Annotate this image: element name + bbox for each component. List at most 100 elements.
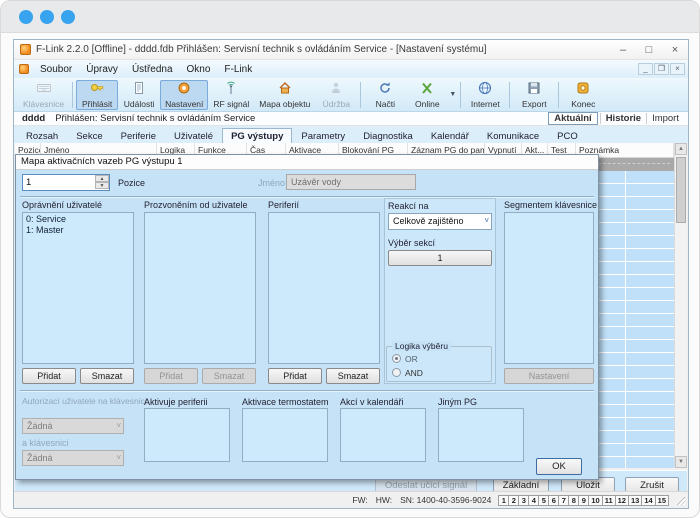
section-badge[interactable]: 14 bbox=[641, 495, 655, 506]
users-listbox[interactable]: 0: Service 1: Master bbox=[22, 212, 134, 364]
app-icon bbox=[20, 44, 31, 55]
menu-flink[interactable]: F-Link bbox=[217, 64, 259, 75]
tab-uzivatele[interactable]: Uživatelé bbox=[165, 128, 222, 143]
keypad-auth-label: Autorizací uživatele na klávesnici bbox=[22, 396, 147, 406]
users-add-button[interactable]: Přidat bbox=[22, 368, 76, 384]
scroll-up-icon[interactable]: ▲ bbox=[675, 143, 687, 155]
maximize-button[interactable]: □ bbox=[636, 44, 662, 56]
view-aktualni[interactable]: Aktuální bbox=[548, 112, 597, 125]
calls-remove-button[interactable]: Smazat bbox=[202, 368, 256, 384]
online-dropdown-chevron-icon[interactable]: ▼ bbox=[449, 91, 456, 98]
tab-periferie[interactable]: Periferie bbox=[112, 128, 165, 143]
calls-listbox[interactable] bbox=[144, 212, 256, 364]
toolbar-button-rf-signal[interactable]: RF signál bbox=[208, 80, 254, 110]
window-dot[interactable] bbox=[19, 10, 33, 24]
section-badge[interactable]: 12 bbox=[615, 495, 629, 506]
mdi-close-button[interactable]: × bbox=[670, 63, 685, 75]
menu-upravy[interactable]: Úpravy bbox=[79, 64, 125, 75]
activates-peripheral-listbox[interactable] bbox=[144, 408, 230, 462]
or-radio[interactable] bbox=[392, 354, 401, 363]
window-dot[interactable] bbox=[61, 10, 75, 24]
tab-pg-vystupy[interactable]: PG výstupy bbox=[222, 128, 292, 143]
list-item[interactable]: 0: Service bbox=[23, 213, 133, 224]
ok-button[interactable]: OK bbox=[536, 458, 582, 475]
section-badge[interactable]: 11 bbox=[602, 495, 616, 506]
tab-sekce[interactable]: Sekce bbox=[67, 128, 111, 143]
thermostat-listbox[interactable] bbox=[242, 408, 328, 462]
section-badge[interactable]: 15 bbox=[655, 495, 669, 506]
and-radio-label: AND bbox=[405, 368, 423, 378]
keypad-auth-dropdown[interactable]: Žádná ˅ bbox=[22, 418, 124, 434]
segment-group-label: Segmentem klávesnice bbox=[504, 200, 597, 210]
other-pg-listbox[interactable] bbox=[438, 408, 524, 462]
segment-settings-button[interactable]: Nastavení bbox=[504, 368, 594, 384]
spin-up-icon[interactable]: ▲ bbox=[95, 175, 109, 182]
key-icon bbox=[90, 81, 104, 98]
window-title: F-Link 2.2.0 [Offline] - dddd.fdb Přihlá… bbox=[36, 44, 610, 55]
house-map-icon bbox=[278, 81, 292, 98]
mdi-restore-button[interactable]: ❐ bbox=[654, 63, 669, 75]
toolbar-button-nastaveni[interactable]: Nastavení bbox=[160, 80, 208, 110]
view-import[interactable]: Import bbox=[646, 113, 684, 124]
calendar-action-listbox[interactable] bbox=[340, 408, 426, 462]
toolbar-button-udrzba[interactable]: Údržba bbox=[315, 80, 357, 110]
toolbar-button-konec[interactable]: Konec bbox=[562, 80, 604, 110]
segment-listbox[interactable] bbox=[504, 212, 594, 364]
tab-rozsah[interactable]: Rozsah bbox=[17, 128, 67, 143]
position-spinner[interactable]: 1 ▲ ▼ bbox=[22, 174, 110, 191]
keypad-label: a klávesnici bbox=[22, 438, 69, 448]
peripherals-add-button[interactable]: Přidat bbox=[268, 368, 322, 384]
mdi-controls: _ ❐ × bbox=[638, 63, 685, 75]
tab-komunikace[interactable]: Komunikace bbox=[478, 128, 548, 143]
scrollbar-thumb[interactable] bbox=[676, 157, 686, 223]
session-info-row: dddd Přihlášen: Servisní technik s ovlád… bbox=[14, 112, 688, 126]
selection-logic-group: Logika výběru OR AND bbox=[386, 346, 492, 382]
resize-grip[interactable] bbox=[675, 495, 685, 505]
toolbar-button-prihlasit[interactable]: Přihlásit bbox=[76, 80, 118, 110]
calls-add-button[interactable]: Přidat bbox=[144, 368, 198, 384]
section-badge[interactable]: 13 bbox=[628, 495, 642, 506]
menu-okno[interactable]: Okno bbox=[180, 64, 218, 75]
separator bbox=[20, 196, 594, 198]
toolbar-button-udalosti[interactable]: Události bbox=[118, 80, 160, 110]
toolbar-separator bbox=[460, 82, 461, 108]
mdi-minimize-button[interactable]: _ bbox=[638, 63, 653, 75]
toolbar-button-export[interactable]: Export bbox=[513, 80, 555, 110]
sections-button[interactable]: 1 bbox=[388, 250, 492, 266]
menu-soubor[interactable]: Soubor bbox=[33, 64, 79, 75]
toolbar-button-nacti[interactable]: Načti bbox=[364, 80, 406, 110]
spin-down-icon[interactable]: ▼ bbox=[95, 182, 109, 189]
tab-parametry[interactable]: Parametry bbox=[292, 128, 354, 143]
close-button[interactable]: × bbox=[662, 44, 688, 56]
toolbar-button-mapa-objektu[interactable]: Mapa objektu bbox=[254, 80, 315, 110]
toolbar-button-internet[interactable]: Internet bbox=[464, 80, 506, 110]
keypad-dropdown[interactable]: Žádná ˅ bbox=[22, 450, 124, 466]
globe-icon bbox=[478, 81, 492, 98]
peripherals-group-label: Periferií bbox=[268, 200, 299, 210]
tab-pco[interactable]: PCO bbox=[548, 128, 587, 143]
vertical-scrollbar[interactable]: ▲ ▼ bbox=[674, 143, 687, 468]
list-item[interactable]: 1: Master bbox=[23, 224, 133, 235]
and-radio[interactable] bbox=[392, 368, 401, 377]
flink-window: F-Link 2.2.0 [Offline] - dddd.fdb Přihlá… bbox=[13, 39, 689, 509]
status-bar: FW: HW: SN: 1400-40-3596-9024 1 2 3 4 5 … bbox=[14, 491, 688, 508]
peripherals-listbox[interactable] bbox=[268, 212, 380, 364]
toolbar-button-online[interactable]: Online bbox=[406, 80, 448, 110]
window-dot[interactable] bbox=[40, 10, 54, 24]
mdi-child-icon bbox=[19, 64, 29, 74]
peripherals-remove-button[interactable]: Smazat bbox=[326, 368, 380, 384]
minimize-button[interactable]: – bbox=[610, 44, 636, 56]
calls-group-label: Prozvoněním od uživatele bbox=[144, 200, 248, 210]
reaction-selected: Celkově zajištěno bbox=[393, 216, 464, 226]
toolbar-button-klavesnice[interactable]: Klávesnice bbox=[18, 80, 69, 110]
users-remove-button[interactable]: Smazat bbox=[80, 368, 134, 384]
position-value: 1 bbox=[26, 177, 31, 188]
menu-ustredna[interactable]: Ústředna bbox=[125, 64, 180, 75]
toolbar: Klávesnice Přihlásit Události Nastavení … bbox=[14, 78, 688, 112]
tab-diagnostika[interactable]: Diagnostika bbox=[354, 128, 422, 143]
section-badge[interactable]: 10 bbox=[588, 495, 602, 506]
view-historie[interactable]: Historie bbox=[600, 113, 646, 124]
scroll-down-icon[interactable]: ▼ bbox=[675, 456, 687, 468]
reaction-dropdown[interactable]: Celkově zajištěno ˅ bbox=[388, 213, 492, 230]
tab-kalendar[interactable]: Kalendář bbox=[422, 128, 478, 143]
